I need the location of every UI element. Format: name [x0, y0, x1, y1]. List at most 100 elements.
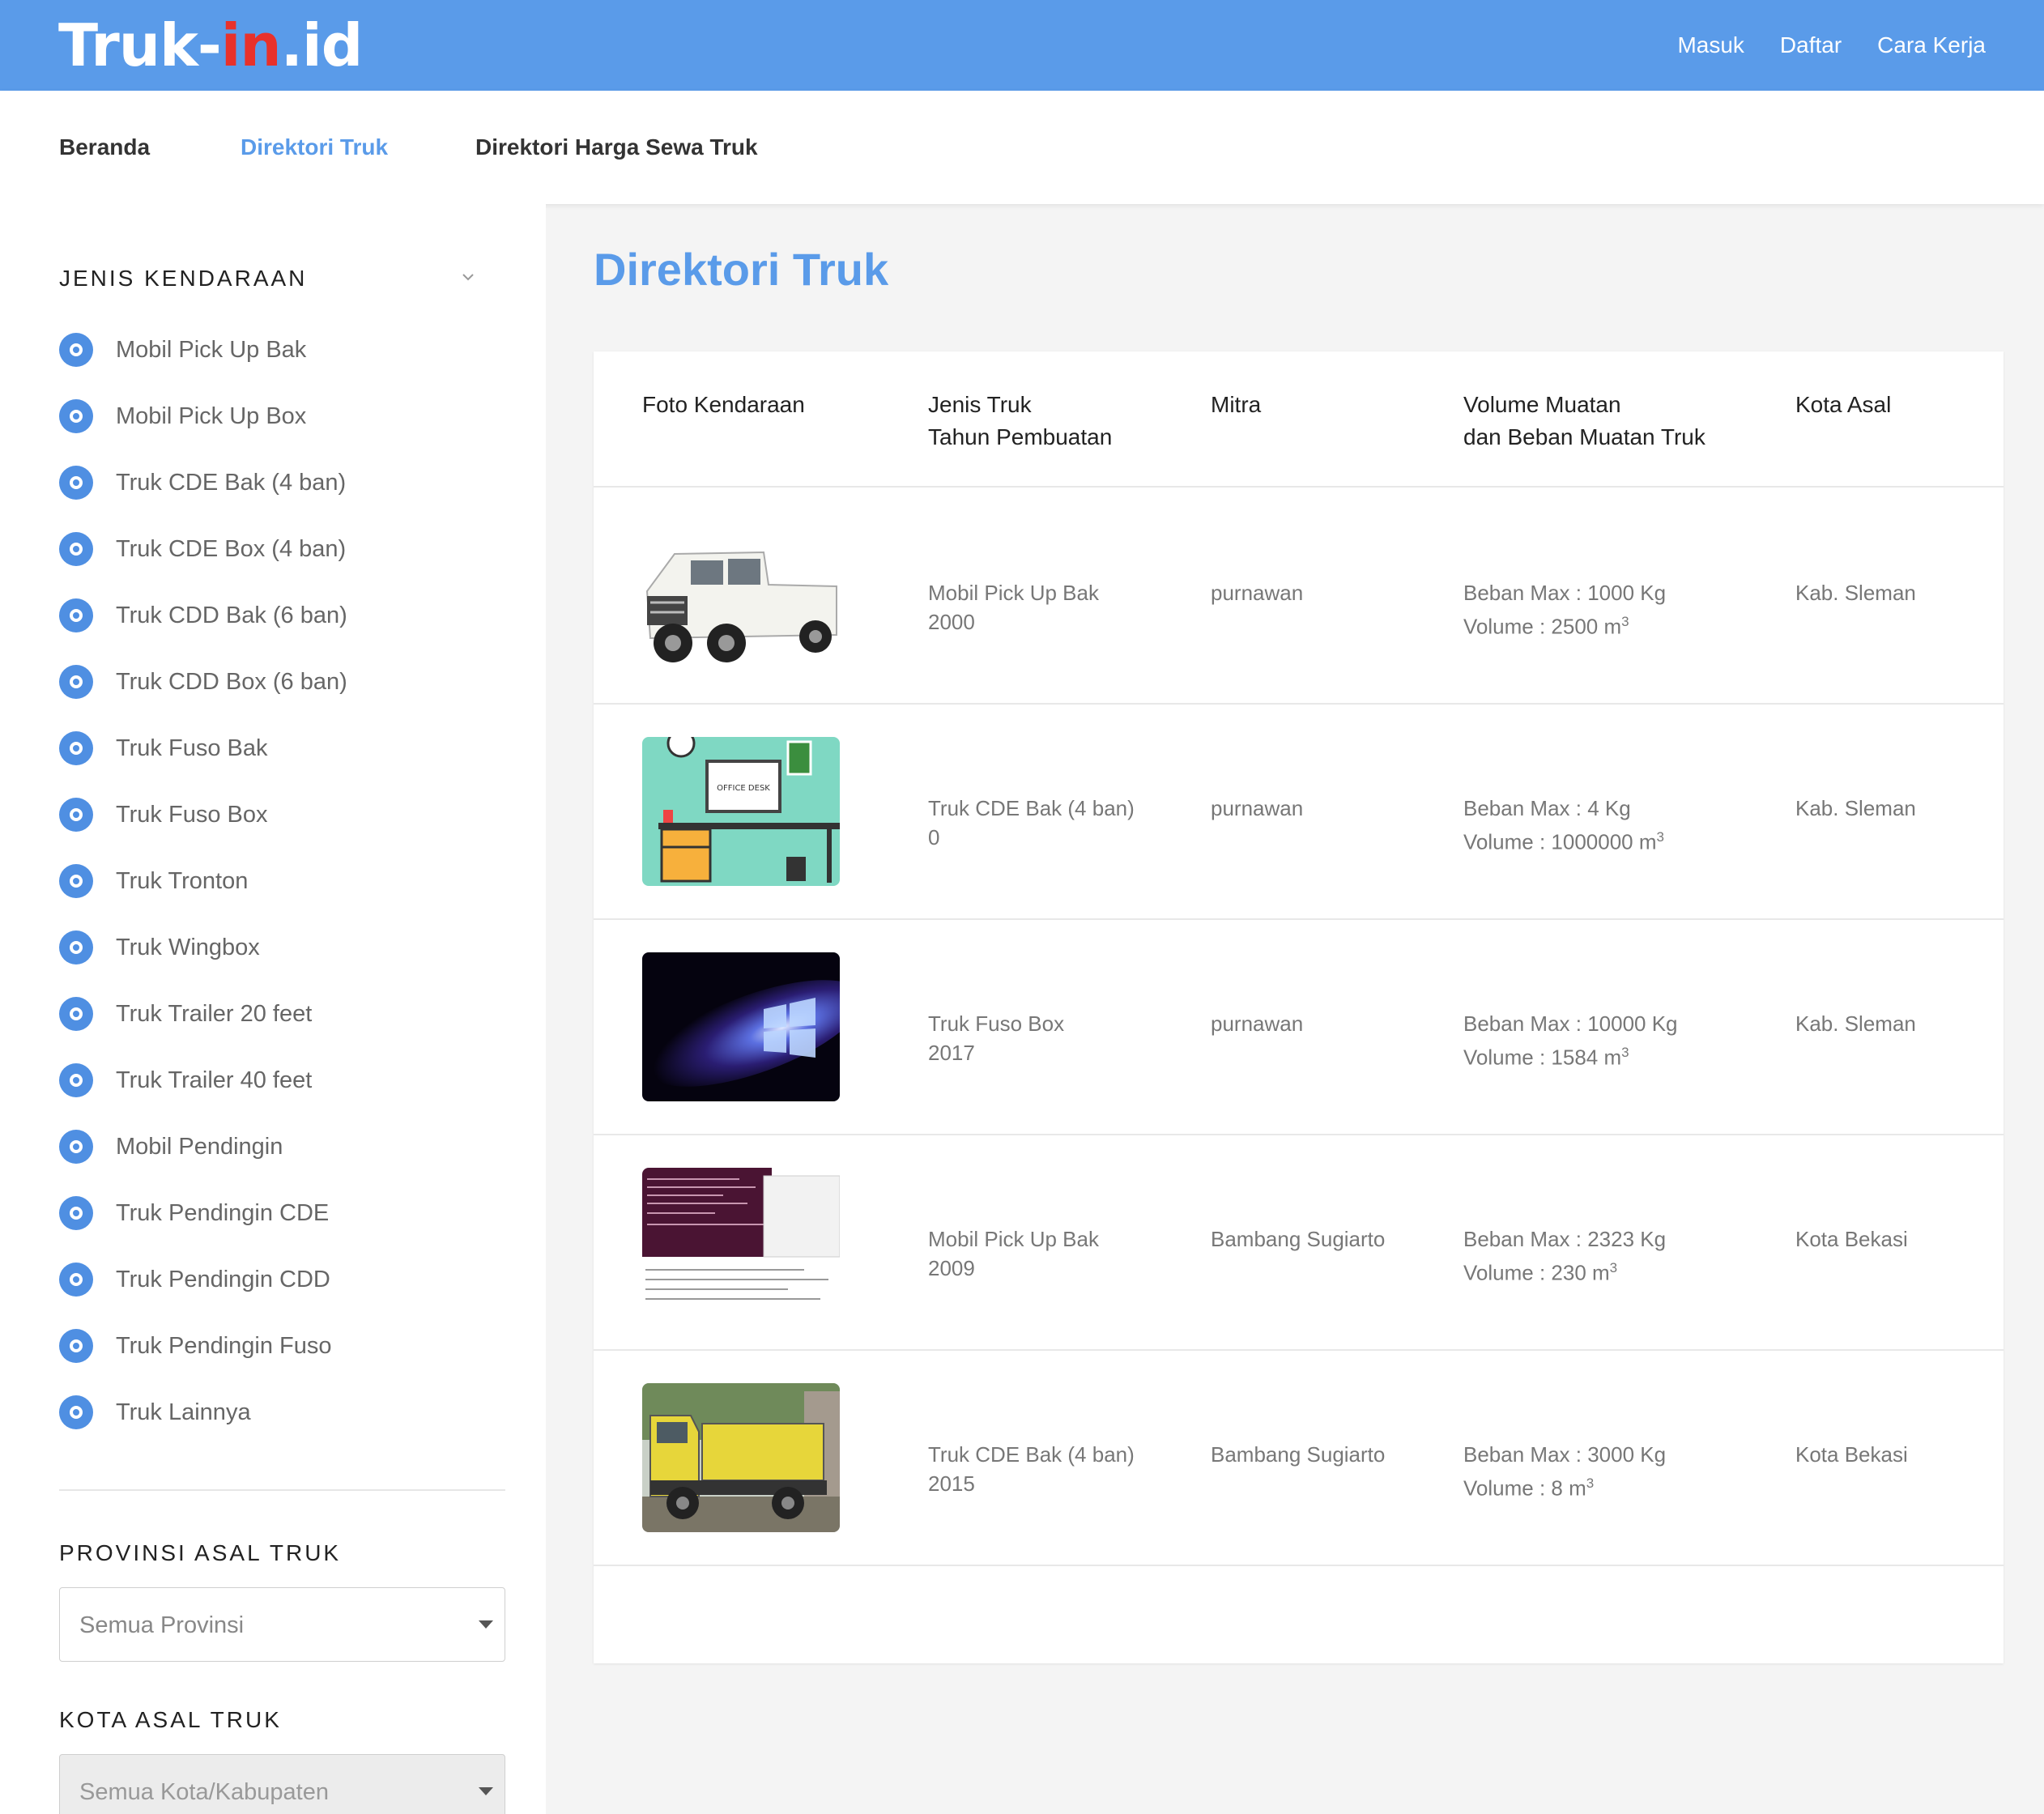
vehicle-type-label: Mobil Pick Up Box	[116, 402, 307, 429]
vehicle-type-option[interactable]: Truk Fuso Bak	[59, 730, 267, 766]
unit-exponent: 3	[1621, 614, 1629, 629]
cell-partner: purnawan	[1211, 578, 1303, 607]
vehicle-type-option[interactable]: Mobil Pendingin	[59, 1129, 283, 1165]
truck-type: Truk CDE Bak (4 ban)	[928, 796, 1135, 820]
max-load: Beban Max : 3000 Kg	[1463, 1442, 1667, 1467]
vehicle-type-option[interactable]: Truk CDD Bak (6 ban)	[59, 598, 347, 633]
vehicle-type-option[interactable]: Mobil Pick Up Bak	[59, 332, 306, 368]
vehicle-photo[interactable]	[642, 1168, 840, 1317]
vehicle-type-option[interactable]: Truk Lainnya	[59, 1395, 251, 1430]
city-name: Kota Bekasi	[1795, 1227, 1908, 1251]
radio-button[interactable]	[59, 532, 93, 566]
cell-volume: Beban Max : 1000 Kg Volume : 2500 m3	[1463, 578, 1666, 641]
logo-part-2: in	[220, 11, 282, 79]
vehicle-type-option[interactable]: Truk Pendingin Fuso	[59, 1328, 332, 1364]
vehicle-type-option[interactable]: Truk Pendingin CDE	[59, 1195, 329, 1231]
table-row[interactable]: OFFICE DESK Truk CDE Bak (4 ban) 0 purnawan…	[594, 705, 2004, 920]
truck-directory-table: Foto Kendaraan Jenis Truk Tahun Pembuata…	[594, 351, 2004, 1663]
radio-button[interactable]	[59, 864, 93, 898]
vehicle-photo[interactable]	[642, 1383, 840, 1532]
table-header: Foto Kendaraan Jenis Truk Tahun Pembuata…	[594, 351, 2004, 488]
max-load: Beban Max : 10000 Kg	[1463, 1011, 1678, 1036]
logo-part-3: .id	[280, 11, 364, 79]
vehicle-type-option[interactable]: Truk Fuso Box	[59, 797, 267, 832]
chevron-down-icon[interactable]	[460, 269, 476, 285]
vehicle-type-option[interactable]: Truk CDD Box (6 ban)	[59, 664, 347, 700]
volume-value: Volume : 230 m	[1463, 1260, 1610, 1285]
vehicle-type-option[interactable]: Truk Tronton	[59, 863, 248, 899]
radio-button[interactable]	[59, 731, 93, 765]
vehicle-type-heading: JENIS KENDARAAN	[59, 266, 308, 291]
nav-rental-price-directory[interactable]: Direktori Harga Sewa Truk	[475, 91, 758, 204]
radio-button[interactable]	[59, 1130, 93, 1164]
sub-nav: Beranda Direktori Truk Direktori Harga S…	[0, 91, 2044, 204]
vehicle-type-option[interactable]: Truk Pendingin CDD	[59, 1262, 330, 1297]
radio-button[interactable]	[59, 598, 93, 632]
radio-button[interactable]	[59, 997, 93, 1031]
vehicle-type-option[interactable]: Truk Trailer 20 feet	[59, 996, 312, 1032]
truck-year: 2015	[928, 1471, 975, 1496]
table-row[interactable]: Mobil Pick Up Bak 2009 Bambang Sugiarto Beb…	[594, 1135, 2004, 1351]
radio-button[interactable]	[59, 466, 93, 500]
radio-button[interactable]	[59, 665, 93, 699]
table-row[interactable]: Mobil Pick Up Bak 2000 purnawan Beban Max :…	[594, 489, 2004, 705]
volume-value: Volume : 1584 m	[1463, 1045, 1622, 1070]
volume-value: Volume : 1000000 m	[1463, 829, 1657, 854]
vehicle-type-option[interactable]: Mobil Pick Up Box	[59, 398, 306, 434]
register-link[interactable]: Daftar	[1780, 32, 1842, 58]
login-link[interactable]: Masuk	[1677, 32, 1744, 58]
vehicle-photo[interactable]	[642, 522, 840, 671]
header-volume-line1: Volume Muatan	[1463, 392, 1621, 417]
radio-button[interactable]	[59, 1395, 93, 1429]
how-it-works-link[interactable]: Cara Kerja	[1877, 32, 1986, 58]
vehicle-type-option[interactable]: Truk CDE Bak (4 ban)	[59, 465, 346, 500]
site-logo[interactable]: Truk-in .id	[58, 6, 364, 84]
vehicle-type-label: Mobil Pick Up Bak	[116, 336, 307, 363]
province-select[interactable]: Semua Provinsi	[59, 1587, 505, 1662]
cell-volume: Beban Max : 10000 Kg Volume : 1584 m3	[1463, 1009, 1678, 1072]
header-partner: Mitra	[1211, 392, 1262, 417]
header-type-line2: Tahun Pembuatan	[928, 424, 1113, 449]
vehicle-photo[interactable]: OFFICE DESK	[642, 737, 840, 886]
volume-line: Volume : 2500 m3	[1463, 607, 1666, 641]
vehicle-type-option[interactable]: Truk Wingbox	[59, 930, 260, 965]
nav-truck-directory[interactable]: Direktori Truk	[241, 91, 388, 204]
radio-button[interactable]	[59, 1263, 93, 1297]
vehicle-type-option[interactable]: Truk CDE Box (4 ban)	[59, 531, 346, 567]
vehicle-type-label: Truk Pendingin Fuso	[116, 1332, 332, 1359]
radio-button[interactable]	[59, 1329, 93, 1363]
volume-line: Volume : 1584 m3	[1463, 1038, 1678, 1072]
cell-type: Mobil Pick Up Bak 2009	[928, 1224, 1099, 1283]
unit-exponent: 3	[1656, 829, 1664, 845]
vehicle-photo[interactable]	[642, 952, 840, 1101]
table-row[interactable]: Truk CDE Bak (4 ban) 2015 Bambang Sugiarto…	[594, 1351, 2004, 1566]
volume-value: Volume : 2500 m	[1463, 614, 1622, 639]
truck-year: 2000	[928, 610, 975, 634]
table-row[interactable]: Truk Fuso Box 2017 purnawan Beban Max : 100…	[594, 920, 2004, 1135]
radio-button[interactable]	[59, 399, 93, 433]
radio-button[interactable]	[59, 1196, 93, 1230]
cell-partner: purnawan	[1211, 794, 1303, 823]
vehicle-type-option[interactable]: Truk Trailer 40 feet	[59, 1062, 312, 1098]
header-type-line1: Jenis Truk	[928, 392, 1032, 417]
volume-line: Volume : 230 m3	[1463, 1254, 1666, 1288]
city-name: Kab. Sleman	[1795, 1011, 1916, 1036]
truck-type: Mobil Pick Up Bak	[928, 581, 1099, 605]
max-load: Beban Max : 2323 Kg	[1463, 1227, 1667, 1251]
city-name: Kota Bekasi	[1795, 1442, 1908, 1467]
radio-button[interactable]	[59, 798, 93, 832]
nav-home[interactable]: Beranda	[59, 91, 150, 204]
radio-button[interactable]	[59, 333, 93, 367]
volume-line: Volume : 8 m3	[1463, 1469, 1666, 1503]
vehicle-type-label: Truk CDE Box (4 ban)	[116, 535, 347, 562]
truck-type: Mobil Pick Up Bak	[928, 1227, 1099, 1251]
radio-button[interactable]	[59, 1063, 93, 1097]
city-select[interactable]: Semua Kota/Kabupaten	[59, 1754, 505, 1814]
caret-down-icon	[479, 1620, 493, 1629]
cell-volume: Beban Max : 4 Kg Volume : 1000000 m3	[1463, 794, 1664, 857]
top-bar: Truk-in .id Masuk Daftar Cara Kerja	[0, 0, 2044, 91]
header-photo: Foto Kendaraan	[642, 392, 805, 417]
city-name: Kab. Sleman	[1795, 796, 1916, 820]
radio-button[interactable]	[59, 930, 93, 964]
page-title: Direktori Truk	[594, 244, 889, 295]
